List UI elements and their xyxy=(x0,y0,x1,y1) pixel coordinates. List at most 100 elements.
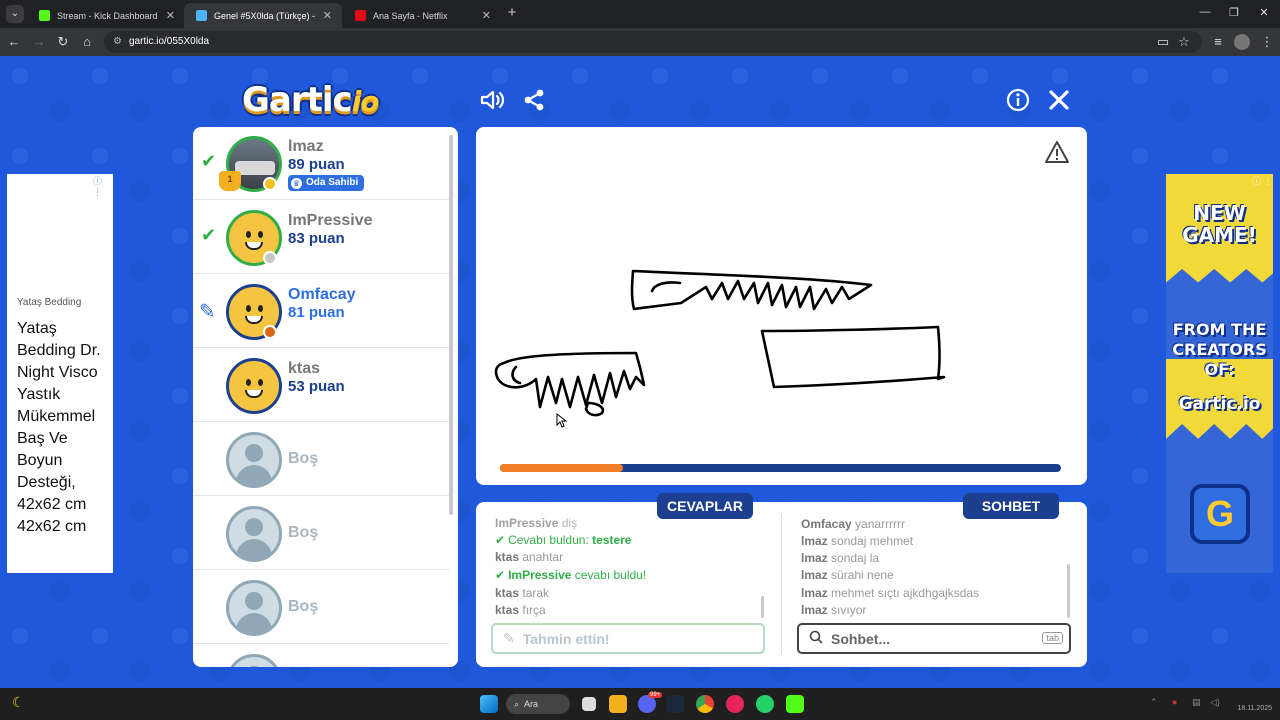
close-window-icon[interactable]: ✕ xyxy=(1257,6,1271,19)
file-explorer-icon[interactable] xyxy=(609,695,627,713)
menu-kebab-icon[interactable]: ⋮ xyxy=(1259,34,1275,50)
check-icon: ✔ xyxy=(495,568,506,582)
tray-app-icon[interactable]: ● xyxy=(1172,697,1177,707)
close-tab-icon[interactable]: ✕ xyxy=(482,9,491,22)
empty-slot: Boş xyxy=(193,423,449,496)
whatsapp-icon[interactable] xyxy=(756,695,774,713)
home-icon[interactable]: ⌂ xyxy=(79,34,95,50)
chat-line: lmaz sürahi nene xyxy=(801,568,894,582)
avatar xyxy=(226,358,282,414)
player-row[interactable]: ktas 53 puan xyxy=(193,349,449,422)
netflix-favicon-icon xyxy=(355,10,366,21)
cast-icon[interactable]: ▭ xyxy=(1155,34,1171,50)
chat-line: lmaz sıvıyor xyxy=(801,603,867,617)
tab-title: Ana Sayfa - Netflix xyxy=(373,10,448,21)
chat-line: Omfacay yanarrrrrr xyxy=(801,517,906,531)
close-tab-icon[interactable]: ✕ xyxy=(166,9,175,22)
answers-scrollbar[interactable] xyxy=(761,596,764,618)
player-points: 81 puan xyxy=(288,304,345,321)
empty-avatar-icon xyxy=(226,580,282,636)
players-scrollbar[interactable] xyxy=(449,135,453,515)
tray-volume-icon[interactable]: ◁) xyxy=(1210,697,1220,708)
crown-icon: ♛ xyxy=(291,177,302,189)
guessed-check-icon: ✔ xyxy=(201,225,217,245)
guessed-check-icon: ✔ xyxy=(201,151,217,171)
steam-icon[interactable] xyxy=(666,695,684,713)
empty-slot-label: Boş xyxy=(288,450,319,467)
player-row[interactable]: ✎ Omfacay 81 puan xyxy=(193,275,449,348)
chat-scrollbar[interactable] xyxy=(1067,564,1070,618)
check-icon: ✔ xyxy=(495,533,506,547)
tab-gartic[interactable]: Genel #5X0lda (Türkçe) - Gartic ✕ xyxy=(184,3,342,28)
tab-title: Stream - Kick Dashboard xyxy=(57,10,158,21)
tab-netflix[interactable]: Ana Sayfa - Netflix ✕ xyxy=(343,3,501,28)
media-player-icon[interactable] xyxy=(726,695,744,713)
tab-title: Genel #5X0lda (Türkçe) - Gartic xyxy=(214,10,317,21)
minimize-icon[interactable]: — xyxy=(1198,6,1212,18)
new-tab-icon[interactable]: + xyxy=(504,4,520,22)
chat-line: lmaz sondaj la xyxy=(801,551,880,565)
tab-answers[interactable]: CEVAPLAR xyxy=(657,493,753,519)
start-windows-icon[interactable] xyxy=(480,695,498,713)
tab-chat[interactable]: SOHBET xyxy=(963,493,1059,519)
answer-line: ktas anahtar xyxy=(495,550,564,564)
back-icon[interactable]: ← xyxy=(6,34,22,50)
tab-search-icon[interactable]: ⌄ xyxy=(6,5,24,23)
chrome-icon[interactable] xyxy=(696,695,714,713)
kick-app-icon[interactable] xyxy=(786,695,804,713)
answer-line: ktas tarak xyxy=(495,586,550,600)
system-clock[interactable]: 18.11.2025 xyxy=(1228,694,1272,714)
tab-kick[interactable]: Stream - Kick Dashboard ✕ xyxy=(27,3,185,28)
site-info-icon[interactable]: ⚙ xyxy=(113,36,122,47)
media-control-icon[interactable]: ≡ xyxy=(1210,34,1226,50)
round-timer-bar xyxy=(500,464,1061,472)
tray-chevron-icon[interactable]: ⌃ xyxy=(1150,697,1158,708)
right-advertisement[interactable]: ⓘ ⋮ NEW GAME! FROM THE CREATORS OF: Gart… xyxy=(1166,174,1273,573)
player-row[interactable]: ✔ 1 lmaz 89 puan ♛ Oda Sahibi xyxy=(193,127,449,200)
timer-fill xyxy=(500,464,624,472)
empty-slot: Boş xyxy=(193,497,449,570)
answer-line: ktas fırça xyxy=(495,603,546,617)
weather-moon-icon[interactable]: ☾ xyxy=(12,694,25,711)
chat-input[interactable]: Sohbet... tab xyxy=(797,623,1071,654)
profile-avatar[interactable] xyxy=(1234,34,1250,50)
share-icon[interactable] xyxy=(520,86,548,114)
left-advertisement[interactable]: ⓘ ⋮ Yataş Bedding Yataş Bedding Dr. Nigh… xyxy=(7,174,113,573)
trophy-icon: 1 xyxy=(219,171,241,191)
forward-icon[interactable]: → xyxy=(31,34,47,50)
restore-icon[interactable]: ❐ xyxy=(1227,6,1241,19)
answer-line: ImPressive diş xyxy=(495,516,578,530)
empty-slot-label: Boş xyxy=(288,524,319,541)
player-name: ktas xyxy=(288,360,321,377)
drawing-strokes xyxy=(494,269,946,428)
url-text: gartic.io/055X0lda xyxy=(129,36,210,47)
notification-badge: 99+ xyxy=(648,692,663,698)
bookmark-star-icon[interactable]: ☆ xyxy=(1176,34,1192,50)
task-view-icon[interactable] xyxy=(582,697,596,711)
panel-divider xyxy=(781,514,782,654)
reload-icon[interactable]: ↻ xyxy=(55,34,71,50)
address-bar[interactable]: ⚙ gartic.io/055X0lda xyxy=(104,31,1202,53)
ad-info-icon[interactable]: ⓘ ⋮ xyxy=(93,174,113,198)
players-panel: ✔ 1 lmaz 89 puan ♛ Oda Sahibi ✔ ImPressiv… xyxy=(193,127,458,667)
report-warning-icon[interactable] xyxy=(1044,140,1070,166)
player-row[interactable]: ✔ ImPressive 83 puan xyxy=(193,201,449,274)
ad-headline: Yataş Bedding Dr. Night Visco Yastık Mük… xyxy=(17,320,101,535)
guess-input[interactable]: ✎ Tahmin ettin! xyxy=(491,623,765,654)
drawing-pencil-icon: ✎ xyxy=(199,301,216,323)
kick-favicon-icon xyxy=(39,10,50,21)
ad-info-icon[interactable]: ⓘ ⋮ xyxy=(1252,174,1273,187)
browser-toolbar: ← → ↻ ⌂ ⚙ gartic.io/055X0lda ▭ ☆ ≡ ⋮ xyxy=(0,28,1280,56)
close-tab-icon[interactable]: ✕ xyxy=(323,9,332,22)
pencil-icon: ✎ xyxy=(503,630,515,646)
owner-badge: ♛ Oda Sahibi xyxy=(288,175,365,191)
answer-line-found: ✔ Cevabı buldun: testere xyxy=(495,533,632,547)
drawing-canvas[interactable] xyxy=(476,127,1087,485)
tray-network-icon[interactable]: ▤ xyxy=(1192,697,1201,708)
close-game-icon[interactable] xyxy=(1045,86,1073,114)
sound-icon[interactable] xyxy=(479,86,507,114)
player-points: 83 puan xyxy=(288,230,345,247)
empty-avatar-icon xyxy=(226,506,282,562)
mouse-cursor-icon xyxy=(556,412,568,428)
info-icon[interactable] xyxy=(1004,86,1032,114)
